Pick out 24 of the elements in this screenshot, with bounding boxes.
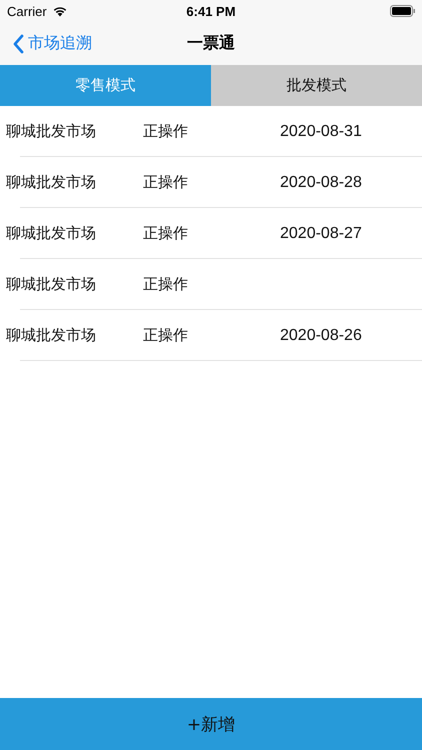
- mode-tab[interactable]: 零售模式: [0, 65, 211, 106]
- status-text: 正操作: [143, 326, 188, 345]
- date-text: 2020-08-27: [280, 224, 362, 242]
- back-button[interactable]: 市场追溯: [0, 33, 92, 54]
- battery-icon: [390, 5, 416, 17]
- market-name: 聊城批发市场: [6, 173, 96, 192]
- status-time: 6:41 PM: [186, 4, 236, 18]
- status-text: 正操作: [143, 173, 188, 192]
- market-name: 聊城批发市场: [6, 224, 96, 243]
- add-button[interactable]: +新增: [0, 698, 422, 750]
- mode-tab[interactable]: 批发模式: [211, 65, 422, 106]
- status-text: 正操作: [143, 122, 188, 141]
- status-text: 正操作: [143, 275, 188, 294]
- market-name: 聊城批发市场: [6, 122, 96, 141]
- status-text: 正操作: [143, 224, 188, 243]
- market-name: 聊城批发市场: [6, 275, 96, 294]
- page-title: 一票通: [187, 33, 235, 54]
- market-name: 聊城批发市场: [6, 326, 96, 345]
- date-text: 2020-08-26: [280, 326, 362, 344]
- carrier-name: Carrier: [7, 4, 47, 18]
- chevron-left-icon: [12, 34, 24, 54]
- date-text: 2020-08-31: [280, 122, 362, 140]
- date-text: 2020-08-28: [280, 174, 362, 192]
- wifi-icon: [52, 5, 68, 17]
